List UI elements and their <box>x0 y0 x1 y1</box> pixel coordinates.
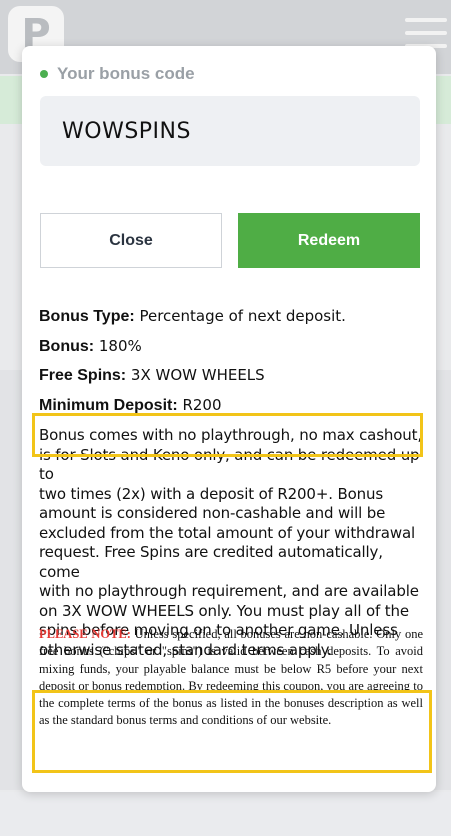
bonus-code-label-text: Your bonus code <box>57 64 195 83</box>
terms-line: is for Slots and Keno only, and can be r… <box>39 445 420 484</box>
status-dot-icon <box>40 70 48 78</box>
detail-row-minimum-deposit: Minimum Deposit: R200 <box>39 395 222 414</box>
terms-line: two times (2x) with a deposit of R200+. … <box>39 484 384 503</box>
detail-row-free-spins: Free Spins: 3X WOW WHEELS <box>39 366 265 384</box>
redeem-button[interactable]: Redeem <box>238 213 420 268</box>
terms-line: request. Free Spins are credited automat… <box>39 543 383 581</box>
terms-line: with no playthrough requirement, and are… <box>39 582 419 600</box>
bonus-details: Bonus Type: Percentage of next deposit. … <box>39 302 423 660</box>
terms-line: excluded from the total amount of your w… <box>39 523 416 542</box>
bonus-code-modal: Your bonus code WOWSPINS Close Redeem Bo… <box>22 46 436 792</box>
close-button[interactable]: Close <box>40 213 222 268</box>
background-footer <box>0 792 451 836</box>
terms-line: amount is considered non-cashable and wi… <box>39 504 386 522</box>
please-note-text: PLEASE NOTE: Unless specified, all bonus… <box>39 626 423 730</box>
terms-line: Bonus comes with no playthrough, no max … <box>39 426 422 444</box>
bonus-code-value[interactable]: WOWSPINS <box>40 96 420 166</box>
detail-row-bonus: Bonus: 180% <box>39 336 142 355</box>
bonus-terms-text: Bonus comes with no playthrough, no max … <box>39 426 423 660</box>
bonus-code-label: Your bonus code <box>40 64 195 84</box>
please-note-body: Unless specified, all bonuses are non-ca… <box>39 627 423 728</box>
terms-line: on 3X WOW WHEELS only. You must play all… <box>39 601 409 620</box>
please-note-label: PLEASE NOTE: <box>39 627 131 641</box>
detail-row-bonus-type: Bonus Type: Percentage of next deposit. <box>39 307 346 325</box>
